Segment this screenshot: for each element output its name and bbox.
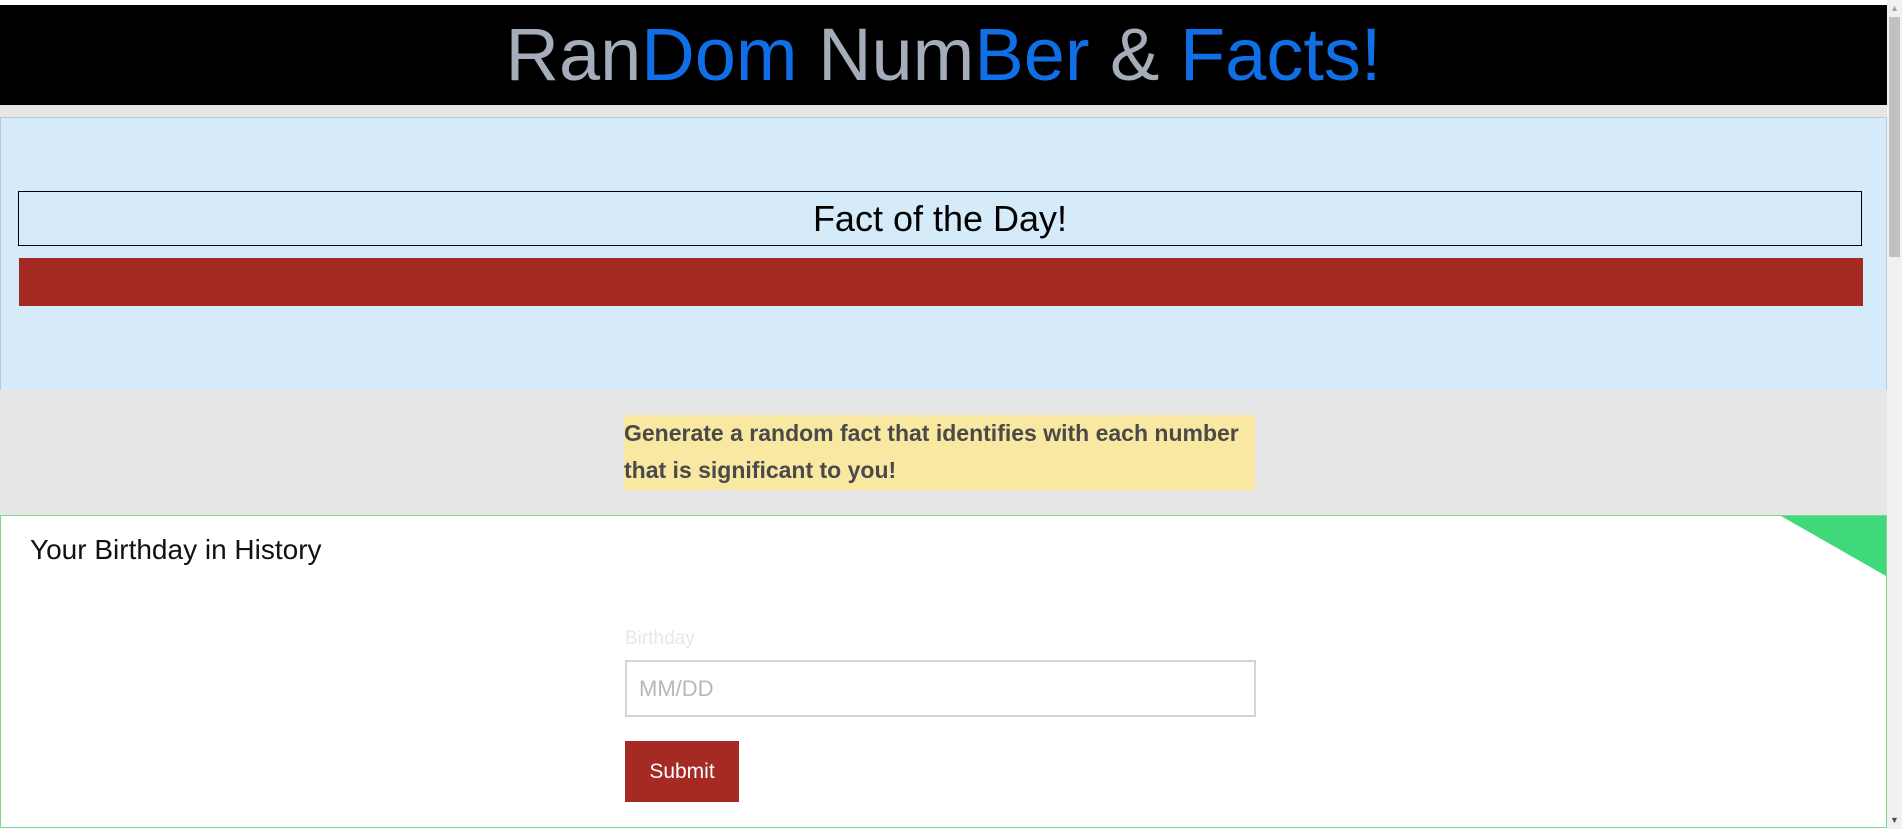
intro-section: Generate a random fact that identifies w…	[0, 390, 1887, 515]
title-part-dom: Dom	[641, 13, 798, 96]
scrollbar-thumb[interactable]	[1889, 17, 1900, 257]
title-part-ran: Ran	[505, 13, 642, 96]
title-part-ber: Ber	[974, 13, 1090, 96]
title-part-amp: &	[1089, 13, 1180, 96]
browser-viewport: RanDom NumBer & Facts! Fact of the Day! …	[0, 0, 1902, 829]
intro-text: Generate a random fact that identifies w…	[624, 415, 1255, 490]
header-spacer	[0, 105, 1887, 117]
fact-of-the-day-section: Fact of the Day!	[0, 117, 1887, 391]
vertical-scrollbar[interactable]: ▲ ▼	[1887, 0, 1902, 829]
birthday-card: Your Birthday in History Birthday Submit	[0, 515, 1887, 828]
birthday-field-label: Birthday	[625, 628, 695, 649]
triangle-down-icon[interactable]: ▼	[1887, 812, 1902, 829]
submit-button[interactable]: Submit	[625, 741, 739, 802]
title-part-num: Num	[797, 13, 975, 96]
page: RanDom NumBer & Facts! Fact of the Day! …	[0, 0, 1887, 829]
fact-of-the-day-title: Fact of the Day!	[18, 191, 1862, 246]
fact-of-the-day-content	[19, 258, 1863, 306]
triangle-up-icon[interactable]: ▲	[1887, 0, 1902, 17]
site-header: RanDom NumBer & Facts!	[0, 5, 1887, 105]
birthday-input[interactable]	[625, 660, 1256, 717]
title-part-facts: Facts!	[1179, 13, 1382, 96]
birthday-card-title: Your Birthday in History	[30, 534, 322, 565]
corner-ribbon-icon	[1781, 516, 1886, 576]
